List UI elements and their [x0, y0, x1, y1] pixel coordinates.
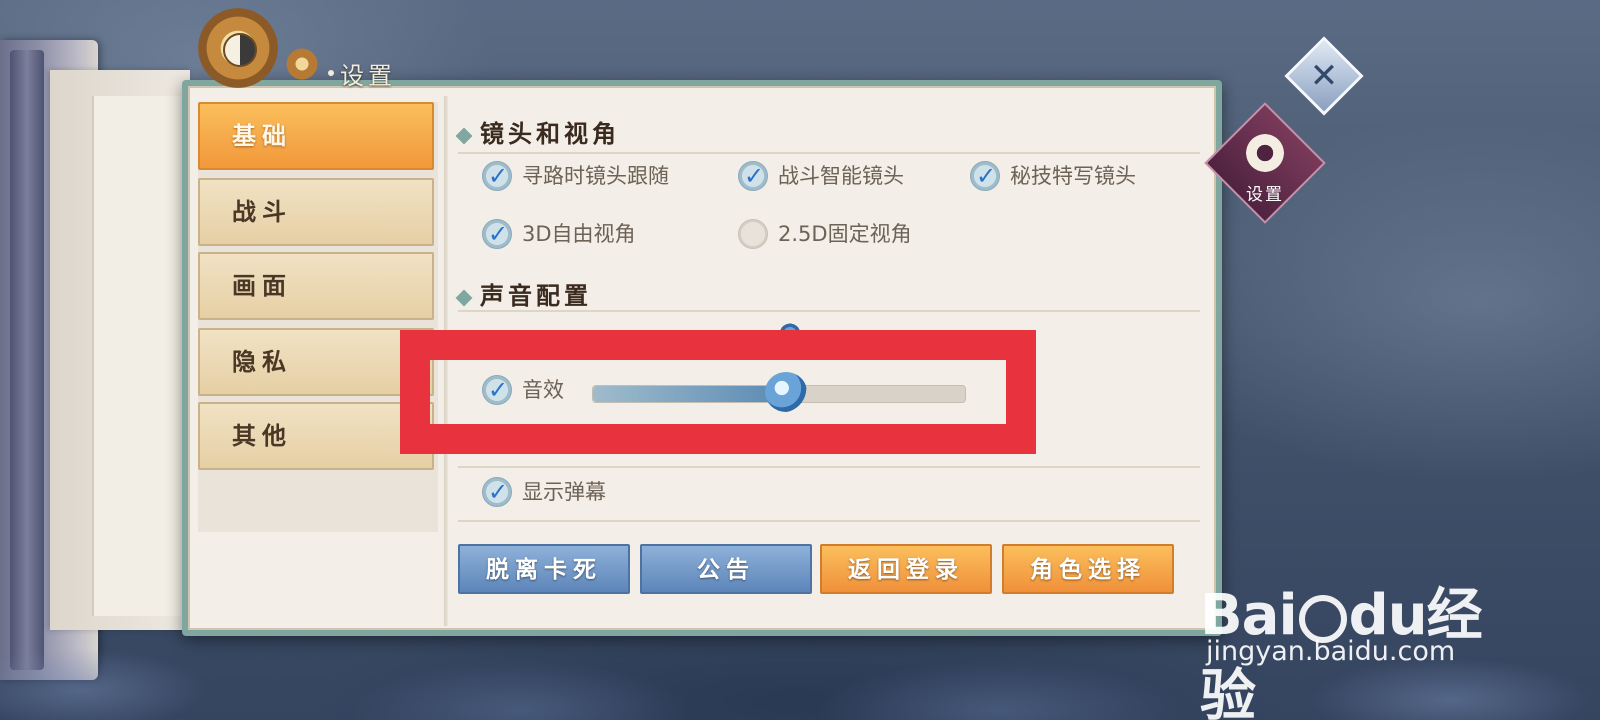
option-3d-view[interactable]: 3D自由视角 — [482, 216, 636, 252]
music-slider-knob-icon[interactable] — [780, 320, 800, 348]
role-select-button[interactable]: 角色选择 — [1002, 544, 1174, 594]
checkbox-checked-icon[interactable] — [738, 158, 768, 194]
section-divider — [458, 310, 1200, 312]
checkbox-checked-icon[interactable] — [482, 158, 512, 194]
cloud-slider-knob-icon[interactable] — [765, 372, 808, 412]
option-label: 寻路时镜头跟随 — [522, 164, 669, 188]
baidu-watermark: Bai du经验 jingyan.baidu.com — [1200, 540, 1490, 720]
settings-tabs: 基础 战斗 画面 隐私 其他 — [198, 102, 438, 532]
tab-graphics[interactable]: 画面 — [198, 252, 434, 320]
scroll-rod — [10, 50, 44, 670]
slider-fill — [593, 386, 787, 402]
camera-section-title: 镜头和视角 — [455, 114, 620, 149]
section-divider — [458, 466, 1200, 468]
tab-privacy[interactable]: 隐私 — [198, 328, 434, 396]
sound-effect-slider[interactable] — [592, 372, 966, 412]
section-divider — [458, 520, 1200, 522]
left-page-decoration-2 — [92, 96, 192, 616]
option-label: 显示弹幕 — [522, 480, 606, 504]
tab-other[interactable]: 其他 — [198, 402, 434, 470]
panel-title: 设置 — [340, 62, 396, 90]
option-sound-effect[interactable]: 音效 — [482, 372, 564, 408]
tab-basic[interactable]: 基础 — [198, 102, 434, 170]
option-label: 2.5D固定视角 — [778, 222, 912, 246]
watermark-url: jingyan.baidu.com — [1206, 636, 1456, 667]
side-badge-label: 设置 — [1246, 185, 1284, 205]
audio-section-label: 声音配置 — [480, 281, 592, 310]
option-label: 3D自由视角 — [522, 222, 636, 246]
checkbox-checked-icon[interactable] — [482, 372, 512, 408]
checkbox-checked-icon[interactable] — [970, 158, 1000, 194]
unstuck-button[interactable]: 脱离卡死 — [458, 544, 630, 594]
checkbox-checked-icon[interactable] — [482, 216, 512, 252]
option-25d-view[interactable]: 2.5D固定视角 — [738, 216, 912, 252]
option-label: 战斗智能镜头 — [778, 164, 904, 188]
checkbox-checked-icon[interactable] — [482, 474, 512, 510]
diamond-bullet-icon — [455, 289, 473, 306]
notice-button[interactable]: 公告 — [640, 544, 812, 594]
camera-section-label: 镜头和视角 — [480, 119, 620, 148]
tabs-divider — [444, 96, 448, 626]
gear-icon — [1246, 134, 1284, 172]
title-dot — [328, 70, 334, 76]
close-icon[interactable]: ✕ — [1299, 51, 1349, 101]
option-follow-camera[interactable]: 寻路时镜头跟随 — [482, 158, 669, 194]
diamond-bullet-icon — [455, 127, 473, 144]
option-smart-camera[interactable]: 战斗智能镜头 — [738, 158, 904, 194]
section-divider — [458, 152, 1200, 154]
return-login-button[interactable]: 返回登录 — [820, 544, 992, 594]
option-closeup-camera[interactable]: 秘技特写镜头 — [970, 158, 1136, 194]
checkbox-unchecked-icon[interactable] — [738, 219, 768, 249]
settings-content: 镜头和视角 寻路时镜头跟随 战斗智能镜头 秘技特写镜头 3D自由视角 2.5D固… — [455, 100, 1200, 530]
gear-emblem-icon — [198, 8, 278, 88]
audio-section-title: 声音配置 — [455, 276, 592, 311]
option-label: 音效 — [522, 378, 564, 402]
small-gear-icon — [284, 46, 320, 82]
tab-battle[interactable]: 战斗 — [198, 178, 434, 246]
option-label: 秘技特写镜头 — [1010, 164, 1136, 188]
option-danmaku[interactable]: 显示弹幕 — [482, 474, 606, 510]
